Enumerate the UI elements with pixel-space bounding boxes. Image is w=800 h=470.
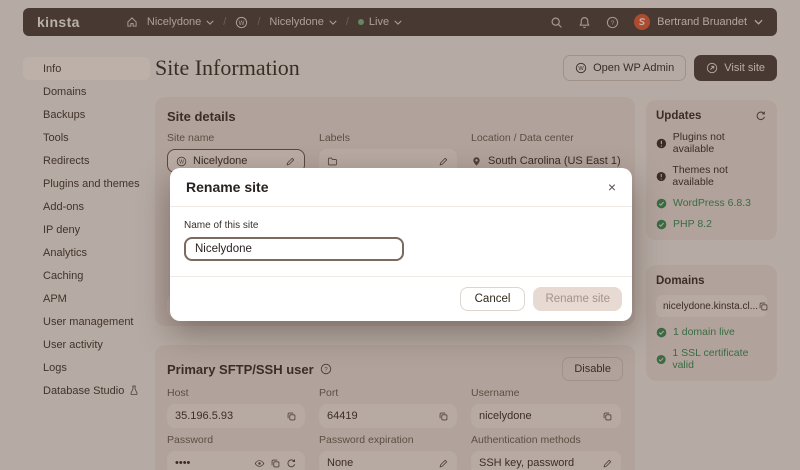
site-name-input-label: Name of this site	[184, 220, 259, 231]
site-name-input[interactable]	[184, 237, 404, 261]
cancel-button[interactable]: Cancel	[459, 287, 526, 311]
close-icon[interactable]: ×	[608, 180, 616, 194]
rename-site-button[interactable]: Rename site	[533, 287, 622, 311]
rename-site-modal: Rename site × Name of this site Cancel R…	[170, 168, 632, 321]
modal-title: Rename site	[186, 179, 269, 195]
